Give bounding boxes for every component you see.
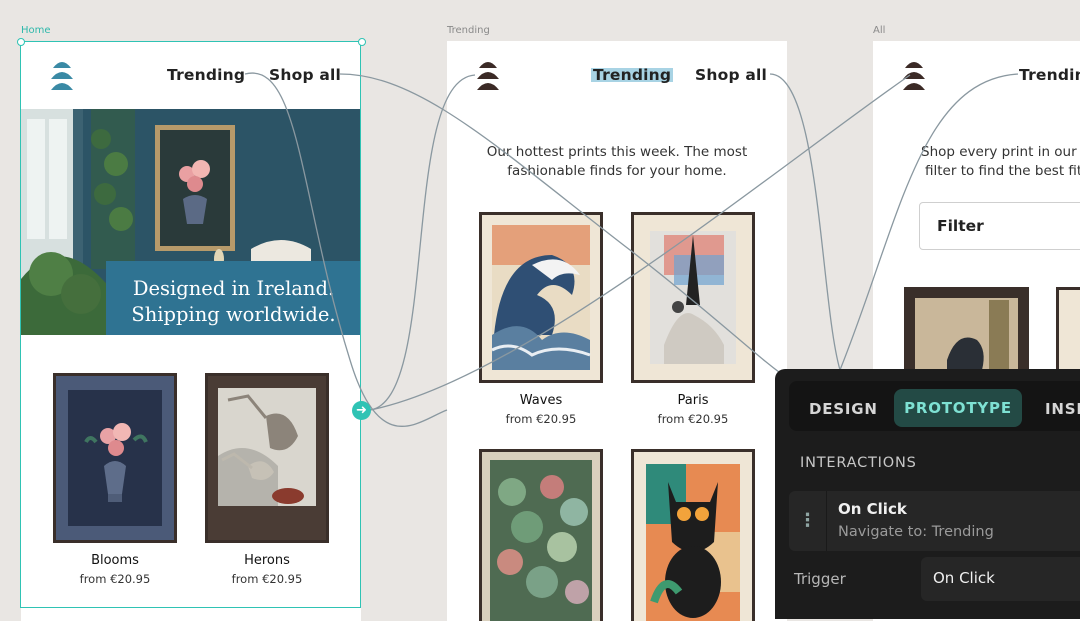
drag-handle-icon[interactable]: ⋮ [789,491,827,551]
interactions-heading: INTERACTIONS [800,455,917,471]
succulents-print[interactable] [479,449,603,621]
intro-line-1: Shop every print in our ar [921,144,1080,160]
paris-artwork [650,231,736,364]
trigger-label: Trigger [794,570,846,588]
product-name-waves: Waves [519,393,563,408]
product-name-blooms: Blooms [91,553,139,568]
trigger-value: On Click [933,569,995,587]
filter-dropdown[interactable]: Filter [919,202,1080,250]
frame-label-home[interactable]: Home [21,25,51,36]
interaction-title: On Click [838,500,907,518]
product-price-paris: from €20.95 [657,412,729,426]
interaction-card[interactable]: ⋮ On Click Navigate to: Trending [789,491,1080,551]
product-price-blooms: from €20.95 [79,572,151,586]
all-intro: Shop every print in our ar filter to fin… [921,143,1080,181]
tab-prototype[interactable]: PROTOTYPE [894,389,1022,427]
trending-frame[interactable]: Trending Shop all Our hottest prints thi… [447,41,787,621]
waves-print[interactable] [479,212,603,383]
product-name-paris: Paris [677,393,709,408]
selection-handle[interactable] [17,38,25,46]
hero-image: Designed in Ireland. Shipping worldwide. [21,109,361,335]
paris-print[interactable] [631,212,755,383]
intro-line-2: fashionable finds for your home. [507,163,727,179]
hero-line-2: Shipping worldwide. [131,303,336,326]
nav-trending-link[interactable]: Trending [167,66,245,84]
trending-intro: Our hottest prints this week. The most f… [447,143,787,181]
waves-artwork [491,225,591,370]
cat-print[interactable] [631,449,755,621]
frame-label-trending[interactable]: Trending [447,25,490,36]
logo-icon[interactable] [475,58,501,92]
product-price-waves: from €20.95 [505,412,577,426]
intro-line-1: Our hottest prints this week. The most [486,144,748,160]
nav-trending-link[interactable]: Trending [1019,66,1080,84]
product-name-herons: Herons [244,553,290,568]
trigger-select[interactable]: On Click [921,557,1080,601]
herons-print[interactable] [205,373,329,543]
blooms-artwork [68,390,162,526]
tab-inspect[interactable]: INSP [1045,400,1080,418]
frame-label-all[interactable]: All [873,25,885,36]
nav-shop-all-link[interactable]: Shop all [695,66,767,84]
nav-trending-link[interactable]: Trending [591,66,674,84]
hero-banner: Designed in Ireland. Shipping worldwide. [106,261,361,335]
product-price-herons: from €20.95 [231,572,303,586]
tab-design[interactable]: DESIGN [809,400,878,418]
intro-line-2: filter to find the best fit y [925,163,1080,179]
cat-artwork [646,464,740,621]
prototype-panel: DESIGN PROTOTYPE INSP INTERACTIONS ⋮ On … [775,369,1080,619]
logo-icon[interactable] [49,58,75,92]
connection-arrow-icon[interactable]: ➜ [352,401,371,420]
herons-artwork [218,388,316,506]
interaction-subtitle: Navigate to: Trending [838,524,994,540]
home-frame[interactable]: Trending Shop all Designed in Ireland. S… [21,41,361,621]
nav-shop-all-link[interactable]: Shop all [269,66,341,84]
succulents-artwork [490,460,592,621]
blooms-print[interactable] [53,373,177,543]
selection-handle[interactable] [358,38,366,46]
hero-line-1: Designed in Ireland. [132,277,335,300]
nav-trending-label: Trending [591,66,674,84]
logo-icon[interactable] [901,58,927,92]
